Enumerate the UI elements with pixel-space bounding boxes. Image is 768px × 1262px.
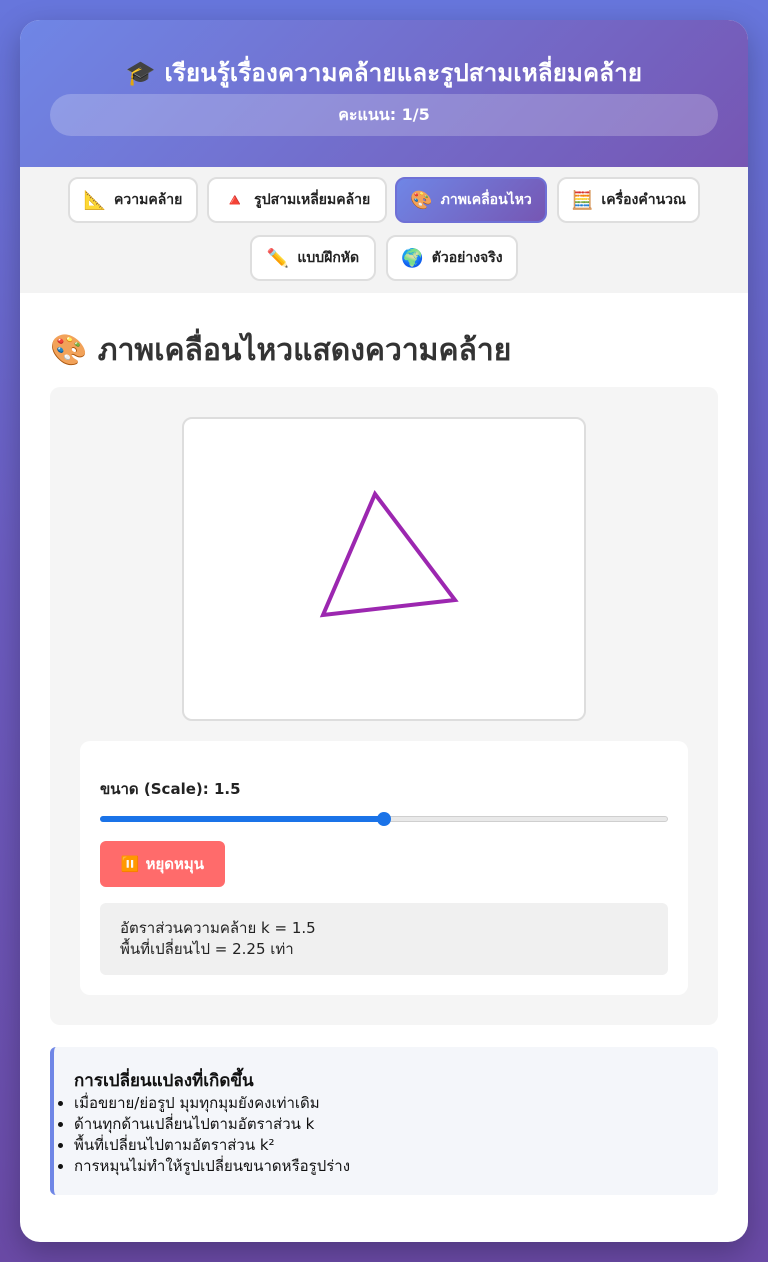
changes-list: เมื่อขยาย/ย่อรูป มุมทุกมุมยังคงเท่าเดิม … — [54, 1093, 350, 1177]
list-item: เมื่อขยาย/ย่อรูป มุมทุกมุมยังคงเท่าเดิม — [74, 1093, 350, 1114]
tab-label: เครื่องคำนวณ — [601, 192, 686, 208]
pause-label: หยุดหมุน — [145, 855, 205, 873]
ratio-info: อัตราส่วนความคล้าย k = 1.5 พื้นที่เปลี่ย… — [100, 903, 668, 975]
red-triangle-icon: 🔺 — [223, 189, 247, 211]
tab-exercises[interactable]: ✏️ แบบฝึกหัด — [250, 235, 376, 281]
pause-rotation-button[interactable]: ⏸️ หยุดหมุน — [100, 841, 225, 887]
pause-icon: ⏸️ — [120, 855, 140, 873]
tab-bar: 📐 ความคล้าย 🔺 รูปสามเหลี่ยมคล้าย 🎨 ภาพเค… — [20, 167, 748, 293]
slider-thumb[interactable] — [377, 812, 391, 826]
tab-label: ความคล้าย — [114, 192, 183, 208]
page-title: 🎓 เรียนรู้เรื่องความคล้ายและรูปสามเหลี่ย… — [125, 59, 643, 87]
list-item: พื้นที่เปลี่ยนไปตามอัตราส่วน k² — [74, 1135, 350, 1156]
header: 🎓 เรียนรู้เรื่องความคล้ายและรูปสามเหลี่ย… — [20, 20, 748, 167]
tab-animation[interactable]: 🎨 ภาพเคลื่อนไหว — [395, 177, 547, 223]
abacus-icon: 🧮 — [571, 189, 594, 211]
animation-canvas — [182, 417, 586, 721]
globe-icon: 🌍 — [401, 247, 424, 269]
slider-fill — [100, 816, 384, 822]
list-item: ด้านทุกด้านเปลี่ยนไปตามอัตราส่วน k — [74, 1114, 350, 1135]
scale-label: ขนาด (Scale): 1.5 — [100, 780, 241, 798]
changes-title: การเปลี่ยนแปลงที่เกิดขึ้น — [74, 1071, 254, 1091]
tab-label: แบบฝึกหัด — [297, 250, 360, 266]
tab-real-examples[interactable]: 🌍 ตัวอย่างจริง — [386, 235, 518, 281]
animated-triangle — [319, 490, 459, 618]
tab-similarity[interactable]: 📐 ความคล้าย — [68, 177, 198, 223]
section-title: 🎨 ภาพเคลื่อนไหวแสดงความคล้าย — [50, 333, 512, 368]
controls-box: ขนาด (Scale): 1.5 ⏸️ หยุดหมุน อัตราส่วนค… — [80, 741, 688, 995]
tab-label: ภาพเคลื่อนไหว — [440, 192, 532, 208]
palette-icon: 🎨 — [410, 189, 433, 211]
animation-panel: ขนาด (Scale): 1.5 ⏸️ หยุดหมุน อัตราส่วนค… — [50, 387, 718, 1025]
triangle-drawing — [319, 490, 459, 618]
triangle-ruler-icon: 📐 — [83, 189, 107, 211]
area-text: พื้นที่เปลี่ยนไป = 2.25 เท่า — [120, 940, 294, 958]
app-card: 🎓 เรียนรู้เรื่องความคล้ายและรูปสามเหลี่ย… — [20, 20, 748, 1242]
tab-similar-triangles[interactable]: 🔺 รูปสามเหลี่ยมคล้าย — [207, 177, 387, 223]
score-badge: คะแนน: 1/5 — [50, 94, 718, 136]
pencil-icon: ✏️ — [266, 247, 290, 269]
list-item: การหมุนไม่ทำให้รูปเปลี่ยนขนาดหรือรูปร่าง — [74, 1156, 350, 1177]
changes-box: การเปลี่ยนแปลงที่เกิดขึ้น เมื่อขยาย/ย่อร… — [50, 1047, 718, 1195]
tab-label: ตัวอย่างจริง — [431, 250, 503, 266]
ratio-text: อัตราส่วนความคล้าย k = 1.5 — [120, 919, 316, 937]
tab-calculator[interactable]: 🧮 เครื่องคำนวณ — [557, 177, 700, 223]
tab-label: รูปสามเหลี่ยมคล้าย — [254, 192, 371, 208]
scale-slider[interactable] — [100, 811, 668, 827]
